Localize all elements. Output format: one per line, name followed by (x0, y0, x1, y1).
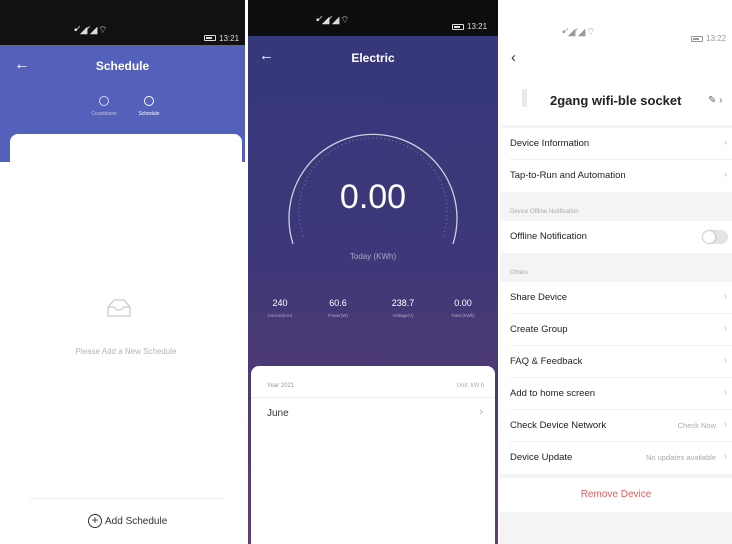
row-create-group[interactable]: Create Group › (500, 314, 732, 346)
status-bar: ▪︎ᐟ◢ᐟ◢ ⌔ 13:21 (0, 0, 245, 45)
row-value: Check Now (677, 421, 716, 430)
page-title: Schedule (95, 59, 150, 73)
row-value: No updates available (645, 453, 716, 462)
offline-notification-toggle[interactable] (702, 230, 728, 244)
energy-value: 0.00 (339, 178, 407, 216)
empty-message: Please Add a New Schedule (75, 347, 177, 356)
row-label: Create Group (510, 324, 568, 335)
schedule-screen: ▪︎ᐟ◢ᐟ◢ ⌔ 13:21 ← Schedule Countdown Sche… (0, 0, 245, 544)
status-bar: ▪︎ᐟ◢ᐟ◢ ⌔ 13:21 (248, 0, 498, 36)
plus-circle-icon: + (88, 514, 102, 528)
status-time: 13:21 (467, 22, 488, 31)
row-add-to-home-screen[interactable]: Add to home screen › (500, 378, 732, 410)
edit-pencil-icon[interactable]: ✎ › (708, 95, 723, 106)
tab-label: Schedule (138, 111, 160, 117)
year-label: Year 2021 (267, 383, 295, 389)
clock-icon (99, 96, 109, 106)
row-offline-notification: Offline Notification (500, 221, 732, 253)
tab-label: Countdown (91, 111, 117, 117)
device-icon (522, 89, 527, 107)
stat-value: 0.00 (454, 298, 472, 308)
section-others: Others (510, 270, 529, 276)
remove-device-label: Remove Device (580, 489, 652, 500)
schedule-list-card (10, 134, 242, 544)
stat-voltage: 238.7 Voltage(V) (375, 298, 431, 318)
settings-screen: ▪︎ᐟ◢ᐟ◢ ⌔ 13:22 ‹ 2gang wifi-ble socket ✎… (500, 0, 732, 544)
stat-label: Total (KWh) (451, 313, 475, 318)
row-label: FAQ & Feedback (510, 356, 583, 367)
battery-icon (691, 36, 703, 42)
alarm-icon (144, 96, 154, 106)
stat-current: 240 Current(mA) (252, 298, 308, 318)
chevron-right-icon: › (724, 451, 727, 461)
stat-value: 60.6 (329, 298, 347, 308)
row-label: Add to home screen (510, 388, 596, 399)
battery-icon (452, 24, 464, 30)
row-label: Device Update (510, 452, 573, 463)
chevron-right-icon: › (724, 355, 727, 365)
stat-power: 60.6 Power(W) (310, 298, 366, 318)
row-label: Tap-to-Run and Automation (510, 170, 626, 181)
chevron-right-icon: › (724, 323, 727, 333)
page-title: Electric (351, 51, 395, 65)
row-label: Offline Notification (510, 231, 587, 242)
electric-screen: ▪︎ᐟ◢ᐟ◢ ⌔ 13:21 ← Electric 0.00 Today (KW… (248, 0, 498, 544)
row-device-update[interactable]: Device Update No updates available › (500, 442, 732, 474)
tab-countdown[interactable]: Countdown (82, 96, 126, 117)
chevron-right-icon: › (479, 406, 483, 418)
unit-label: Unit: kW.h (456, 383, 484, 389)
signal-icons: ▪︎ᐟ◢ᐟ◢ ⌔ (316, 15, 350, 26)
chevron-right-icon: › (724, 169, 727, 179)
divider (251, 397, 495, 398)
add-schedule-label: Add Schedule (105, 515, 168, 527)
month-row[interactable]: June › (251, 400, 495, 426)
tab-schedule[interactable]: Schedule (127, 96, 171, 117)
chevron-right-icon: › (724, 387, 727, 397)
stat-label: Current(mA) (267, 313, 293, 318)
battery-icon (204, 35, 216, 41)
row-faq-feedback[interactable]: FAQ & Feedback › (500, 346, 732, 378)
signal-icons: ▪︎ᐟ◢ᐟ◢ ⌔ (562, 27, 596, 38)
stat-value: 238.7 (391, 298, 415, 308)
status-time: 13:21 (219, 34, 240, 43)
empty-tray-icon (107, 299, 131, 317)
row-label: Check Device Network (510, 420, 607, 431)
stat-total: 0.00 Total (KWh) (435, 298, 491, 318)
add-schedule-button[interactable]: + Add Schedule (88, 512, 167, 530)
stat-value: 240 (272, 298, 288, 308)
chevron-right-icon: › (724, 419, 727, 429)
month-label: June (267, 408, 289, 419)
row-label: Device Information (510, 138, 590, 149)
remove-device-button[interactable]: Remove Device (500, 478, 732, 512)
row-device-information[interactable]: Device Information › (500, 128, 732, 160)
row-check-device-network[interactable]: Check Device Network Check Now › (500, 410, 732, 442)
stat-label: Voltage(V) (392, 313, 414, 318)
history-card (251, 366, 495, 544)
back-chevron-icon[interactable]: ‹ (511, 49, 516, 66)
section-offline-notification: Device Offline Notification (510, 209, 579, 215)
chevron-right-icon: › (724, 291, 727, 301)
chevron-right-icon: › (724, 137, 727, 147)
signal-icons: ▪︎ᐟ◢ᐟ◢ ⌔ (74, 25, 108, 36)
stat-label: Power(W) (328, 313, 348, 318)
device-name: 2gang wifi-ble socket (550, 93, 682, 108)
energy-unit: Today (KWh) (349, 252, 397, 261)
divider (30, 498, 224, 499)
row-label: Share Device (510, 292, 568, 303)
status-time: 13:22 (706, 34, 727, 43)
row-tap-to-run[interactable]: Tap-to-Run and Automation › (500, 160, 732, 192)
row-share-device[interactable]: Share Device › (500, 282, 732, 314)
